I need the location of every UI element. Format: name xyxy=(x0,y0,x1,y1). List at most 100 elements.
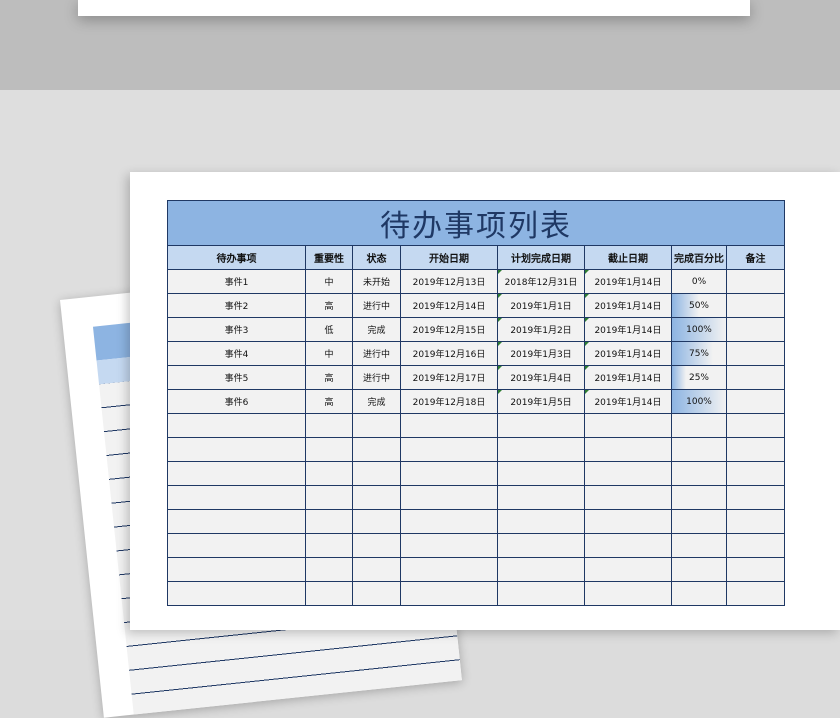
empty-cell[interactable] xyxy=(671,581,727,606)
cell-status[interactable]: 完成 xyxy=(352,317,401,342)
empty-cell[interactable] xyxy=(400,413,498,438)
cell-start-date[interactable]: 2019年12月17日 xyxy=(400,365,498,390)
empty-cell[interactable] xyxy=(400,485,498,510)
empty-cell[interactable] xyxy=(167,533,306,558)
empty-cell[interactable] xyxy=(352,413,401,438)
cell-priority[interactable]: 高 xyxy=(305,389,353,414)
empty-cell[interactable] xyxy=(305,581,353,606)
empty-cell[interactable] xyxy=(726,485,785,510)
empty-cell[interactable] xyxy=(167,413,306,438)
empty-cell[interactable] xyxy=(671,557,727,582)
empty-cell[interactable] xyxy=(671,533,727,558)
cell-percent[interactable]: 50% xyxy=(671,293,727,318)
cell-planned-date[interactable]: 2019年1月5日 xyxy=(497,389,585,414)
cell-planned-date[interactable]: 2019年1月4日 xyxy=(497,365,585,390)
empty-cell[interactable] xyxy=(305,485,353,510)
cell-priority[interactable]: 高 xyxy=(305,365,353,390)
empty-cell[interactable] xyxy=(305,557,353,582)
cell-start-date[interactable]: 2019年12月18日 xyxy=(400,389,498,414)
empty-cell[interactable] xyxy=(726,413,785,438)
empty-cell[interactable] xyxy=(167,509,306,534)
empty-cell[interactable] xyxy=(352,509,401,534)
cell-deadline[interactable]: 2019年1月14日 xyxy=(584,389,672,414)
cell-percent[interactable]: 25% xyxy=(671,365,727,390)
empty-cell[interactable] xyxy=(352,461,401,486)
cell-percent[interactable]: 100% xyxy=(671,317,727,342)
cell-percent[interactable]: 100% xyxy=(671,389,727,414)
empty-cell[interactable] xyxy=(584,581,672,606)
empty-cell[interactable] xyxy=(305,437,353,462)
empty-cell[interactable] xyxy=(497,581,585,606)
empty-cell[interactable] xyxy=(726,557,785,582)
cell-priority[interactable]: 中 xyxy=(305,269,353,294)
empty-cell[interactable] xyxy=(352,485,401,510)
cell-planned-date[interactable]: 2019年1月2日 xyxy=(497,317,585,342)
empty-cell[interactable] xyxy=(352,437,401,462)
empty-cell[interactable] xyxy=(584,509,672,534)
empty-cell[interactable] xyxy=(305,413,353,438)
empty-cell[interactable] xyxy=(497,485,585,510)
empty-cell[interactable] xyxy=(400,581,498,606)
empty-cell[interactable] xyxy=(584,461,672,486)
cell-planned-date[interactable]: 2019年1月3日 xyxy=(497,341,585,366)
empty-cell[interactable] xyxy=(400,557,498,582)
empty-cell[interactable] xyxy=(671,437,727,462)
empty-cell[interactable] xyxy=(584,557,672,582)
cell-start-date[interactable]: 2019年12月13日 xyxy=(400,269,498,294)
cell-notes[interactable] xyxy=(726,317,785,342)
cell-notes[interactable] xyxy=(726,293,785,318)
cell-start-date[interactable]: 2019年12月15日 xyxy=(400,317,498,342)
cell-notes[interactable] xyxy=(726,365,785,390)
header-priority[interactable]: 重要性 xyxy=(305,245,353,270)
empty-cell[interactable] xyxy=(167,557,306,582)
cell-deadline[interactable]: 2019年1月14日 xyxy=(584,365,672,390)
empty-cell[interactable] xyxy=(167,437,306,462)
cell-task[interactable]: 事件6 xyxy=(167,389,306,414)
header-percent[interactable]: 完成百分比 xyxy=(671,245,727,270)
empty-cell[interactable] xyxy=(726,581,785,606)
empty-cell[interactable] xyxy=(167,485,306,510)
empty-cell[interactable] xyxy=(726,437,785,462)
header-planned-date[interactable]: 计划完成日期 xyxy=(497,245,585,270)
empty-cell[interactable] xyxy=(352,557,401,582)
empty-cell[interactable] xyxy=(726,461,785,486)
empty-cell[interactable] xyxy=(671,461,727,486)
empty-cell[interactable] xyxy=(352,533,401,558)
empty-cell[interactable] xyxy=(305,533,353,558)
empty-cell[interactable] xyxy=(584,413,672,438)
cell-percent[interactable]: 75% xyxy=(671,341,727,366)
empty-cell[interactable] xyxy=(167,461,306,486)
cell-task[interactable]: 事件4 xyxy=(167,341,306,366)
empty-cell[interactable] xyxy=(671,485,727,510)
header-notes[interactable]: 备注 xyxy=(726,245,785,270)
header-start-date[interactable]: 开始日期 xyxy=(400,245,498,270)
cell-status[interactable]: 进行中 xyxy=(352,341,401,366)
cell-task[interactable]: 事件5 xyxy=(167,365,306,390)
empty-cell[interactable] xyxy=(305,509,353,534)
empty-cell[interactable] xyxy=(352,581,401,606)
cell-status[interactable]: 进行中 xyxy=(352,365,401,390)
empty-cell[interactable] xyxy=(497,461,585,486)
empty-cell[interactable] xyxy=(400,437,498,462)
header-task[interactable]: 待办事项 xyxy=(167,245,306,270)
empty-cell[interactable] xyxy=(400,509,498,534)
cell-status[interactable]: 进行中 xyxy=(352,293,401,318)
cell-status[interactable]: 完成 xyxy=(352,389,401,414)
cell-planned-date[interactable]: 2018年12月31日 xyxy=(497,269,585,294)
empty-cell[interactable] xyxy=(671,413,727,438)
cell-percent[interactable]: 0% xyxy=(671,269,727,294)
empty-cell[interactable] xyxy=(584,533,672,558)
cell-deadline[interactable]: 2019年1月14日 xyxy=(584,341,672,366)
empty-cell[interactable] xyxy=(584,437,672,462)
cell-status[interactable]: 未开始 xyxy=(352,269,401,294)
empty-cell[interactable] xyxy=(167,581,306,606)
empty-cell[interactable] xyxy=(400,533,498,558)
header-status[interactable]: 状态 xyxy=(352,245,401,270)
cell-priority[interactable]: 低 xyxy=(305,317,353,342)
cell-priority[interactable]: 中 xyxy=(305,341,353,366)
cell-task[interactable]: 事件3 xyxy=(167,317,306,342)
cell-notes[interactable] xyxy=(726,341,785,366)
cell-start-date[interactable]: 2019年12月14日 xyxy=(400,293,498,318)
cell-task[interactable]: 事件2 xyxy=(167,293,306,318)
empty-cell[interactable] xyxy=(497,509,585,534)
